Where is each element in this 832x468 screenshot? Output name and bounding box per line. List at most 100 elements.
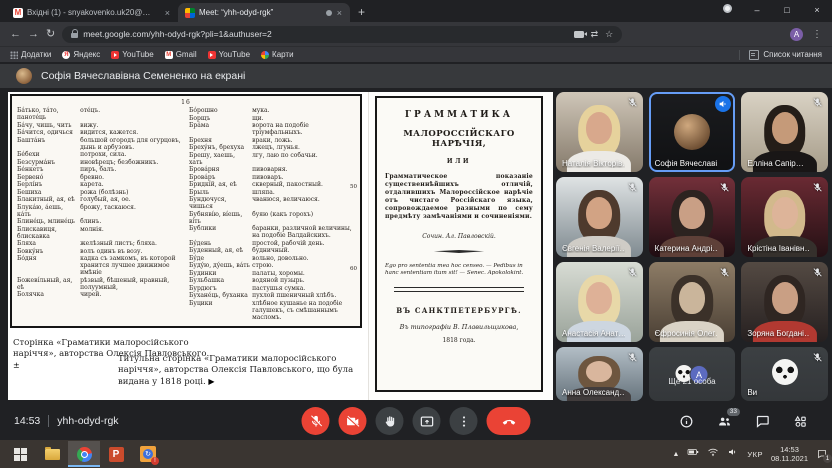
new-tab-button[interactable]: + (358, 5, 365, 19)
reading-list-button[interactable]: Список читання (739, 50, 822, 60)
dictionary-entry: Берлíнъкарета. (17, 181, 183, 188)
updater-taskbar-button[interactable]: ↻ ! (132, 441, 164, 467)
page-number: 16 (17, 99, 355, 106)
mic-off-button[interactable] (302, 407, 330, 435)
reading-list-icon (749, 50, 759, 60)
maximize-button[interactable]: □ (772, 0, 802, 20)
battery-icon[interactable] (687, 445, 699, 463)
dictionary-page: 16 Бáтько, тáто, панотéцьотéцъ.Бáчу, чиш… (10, 94, 362, 328)
close-button[interactable]: × (802, 0, 832, 20)
minimize-button[interactable]: – (742, 0, 772, 20)
tab-meet[interactable]: Meet: “yhh-odyd-rgk” × (178, 3, 350, 22)
caption-right: Титульна сторінка «Граматики малоросійсь… (118, 354, 366, 388)
tray-expand-icon[interactable]: ▲ (672, 451, 679, 458)
activities-button[interactable] (793, 414, 808, 429)
book-description: Грамматическое показаніе существеннѣйших… (385, 173, 533, 221)
participant-tile[interactable]: Зоряна Богдані… (741, 262, 828, 342)
mic-muted-icon (811, 96, 824, 109)
volume-icon[interactable] (727, 445, 739, 463)
forward-button[interactable]: → (28, 29, 39, 40)
youtube-icon (208, 51, 216, 59)
dictionary-entry: Бундючуся, чишьсячванюся, величаюся. (189, 196, 355, 210)
bookmark-youtube[interactable]: YouTube (111, 50, 153, 59)
more-options-button[interactable] (450, 407, 478, 435)
profile-avatar[interactable]: A (790, 28, 803, 41)
meeting-details-button[interactable] (679, 414, 694, 429)
dictionary-entry: Бешихарожа (болѣзнь) (17, 189, 183, 196)
browser-toolbar: ← → ↻ meet.google.com/yhh-odyd-rgk?pli=1… (0, 22, 832, 46)
dictionary-entry: Бéнкетъпиръ, балъ. (17, 166, 183, 173)
tab-close-icon[interactable]: × (336, 8, 343, 18)
participant-tile[interactable]: Анастасія Анат… (556, 262, 643, 342)
book-title-page: ГРАММАТИКА МАЛОРОССІЙСКАГО НАРѢЧІЯ, ИЛИ … (375, 96, 543, 392)
powerpoint-taskbar-button[interactable]: P (100, 441, 132, 467)
dictionary-entry: Блукáю, áешь, кáтьброжу, таскаюся. (17, 204, 183, 218)
present-screen-button[interactable] (413, 407, 441, 435)
dictionary-entry: Божевíльный, ая, еѣрѣзвый, бѣшеный, нрав… (17, 277, 183, 291)
bookmark-yandex[interactable]: ЯЯндекс (62, 50, 100, 59)
bookmark-maps[interactable]: Карти (261, 50, 294, 59)
bookmark-apps[interactable]: Додатки (10, 50, 51, 59)
start-button[interactable] (4, 441, 36, 467)
participant-name: Зоряна Богдані… (747, 329, 810, 338)
file-explorer-button[interactable] (36, 441, 68, 467)
browser-menu-icon[interactable]: ⋮ (812, 29, 822, 40)
raise-hand-button[interactable] (376, 407, 404, 435)
dictionary-entry: Будинкипалаты, хоромы. (189, 270, 355, 277)
bookmark-gmail[interactable]: MGmail (165, 50, 197, 59)
dictionary-entry: Бубликибаранки, различной величины, на п… (189, 225, 355, 239)
lock-icon (71, 33, 78, 38)
camera-in-use-icon[interactable] (574, 31, 584, 38)
participant-tile[interactable]: Євгенія Валерії… (556, 177, 643, 257)
tab-close-icon[interactable]: × (164, 8, 171, 18)
tab-gmail[interactable]: M Вхідні (1) - snyakovenko.uk20@… × (6, 3, 178, 22)
book-epigraph: Ego pro sententia mea hoc censeo. — Pedi… (385, 263, 533, 277)
participant-tile[interactable]: Крістіна Іванівн… (741, 177, 828, 257)
language-indicator[interactable]: УКР (747, 450, 763, 459)
mic-muted-icon (626, 351, 639, 364)
camera-off-button[interactable] (339, 407, 367, 435)
dictionary-entry: Буденный, ая, еѣбудничный. (189, 247, 355, 254)
taskbar-clock[interactable]: 14:53 08.11.2021 (771, 445, 808, 463)
yandex-icon: Я (62, 51, 70, 59)
participant-tile[interactable]: Катерина Андрі… (649, 177, 736, 257)
participant-tile[interactable]: Єфросинія Олег… (649, 262, 736, 342)
notification-badge: 1 (823, 454, 832, 463)
chat-button[interactable] (755, 414, 770, 429)
dictionary-entry: Бýдевольно, довольно. (189, 255, 355, 262)
taskbar: P ↻ ! ▲ УКР 14:53 08.11.2021 1 (0, 440, 832, 468)
chrome-taskbar-button[interactable] (68, 441, 100, 467)
bookmark-star-icon[interactable]: ☆ (605, 29, 613, 40)
participant-name: Ви (747, 388, 810, 397)
mic-muted-icon (811, 351, 824, 364)
dictionary-entry: Бурдюгъпастушья сумка. (189, 285, 355, 292)
participant-tile[interactable]: Наталія Вікторів… (556, 92, 643, 172)
end-call-button[interactable] (487, 407, 531, 435)
reload-button[interactable]: ↻ (46, 29, 55, 40)
participant-tile[interactable]: А Ще 21 особа (649, 347, 736, 401)
wifi-icon[interactable] (707, 445, 719, 463)
translate-icon[interactable]: ⇄ (591, 29, 599, 40)
dictionary-entry: Блискавиця, блискавкамолнія. (17, 226, 183, 240)
bookmark-youtube-2[interactable]: YouTube (208, 50, 250, 59)
presenter-avatar (16, 68, 32, 84)
dictionary-entry: Блакитный, ая, еѣголубый, ая, ое. (17, 196, 183, 203)
dictionary-column-2: Бóрошномука.Борщъщи.Брáмаворота на подоб… (189, 107, 355, 321)
action-center-button[interactable]: 1 (816, 448, 828, 460)
book-subtitle: МАЛОРОССІЙСКАГО НАРѢЧІЯ, (385, 129, 533, 149)
cursor-mark: ± (13, 361, 20, 370)
address-bar[interactable]: meet.google.com/yhh-odyd-rgk?pli=1&authu… (62, 26, 622, 43)
participants-button[interactable]: 33 (717, 414, 732, 429)
dictionary-entry: Брехнявраки, ложь. (189, 137, 355, 144)
dictionary-entry: Будýю, дýешь, вáтьстрою. (189, 262, 355, 269)
tab-title: Вхідні (1) - snyakovenko.uk20@… (27, 8, 160, 17)
back-button[interactable]: ← (10, 29, 21, 40)
participant-tile[interactable]: Софія Вячеславів… (649, 92, 736, 172)
meet-favicon (185, 8, 195, 18)
dictionary-entry: Буцикихлѣбное кушанье на подобіе галушек… (189, 300, 355, 321)
participant-tile[interactable]: Анна Олександ… (556, 347, 643, 401)
url-text: meet.google.com/yhh-odyd-rgk?pli=1&authu… (83, 29, 568, 39)
dictionary-entry: Бýденьпростой, рабочій день. (189, 240, 355, 247)
participant-tile[interactable]: Ви (741, 347, 828, 401)
participant-tile[interactable]: Елліна Сапір… (741, 92, 828, 172)
